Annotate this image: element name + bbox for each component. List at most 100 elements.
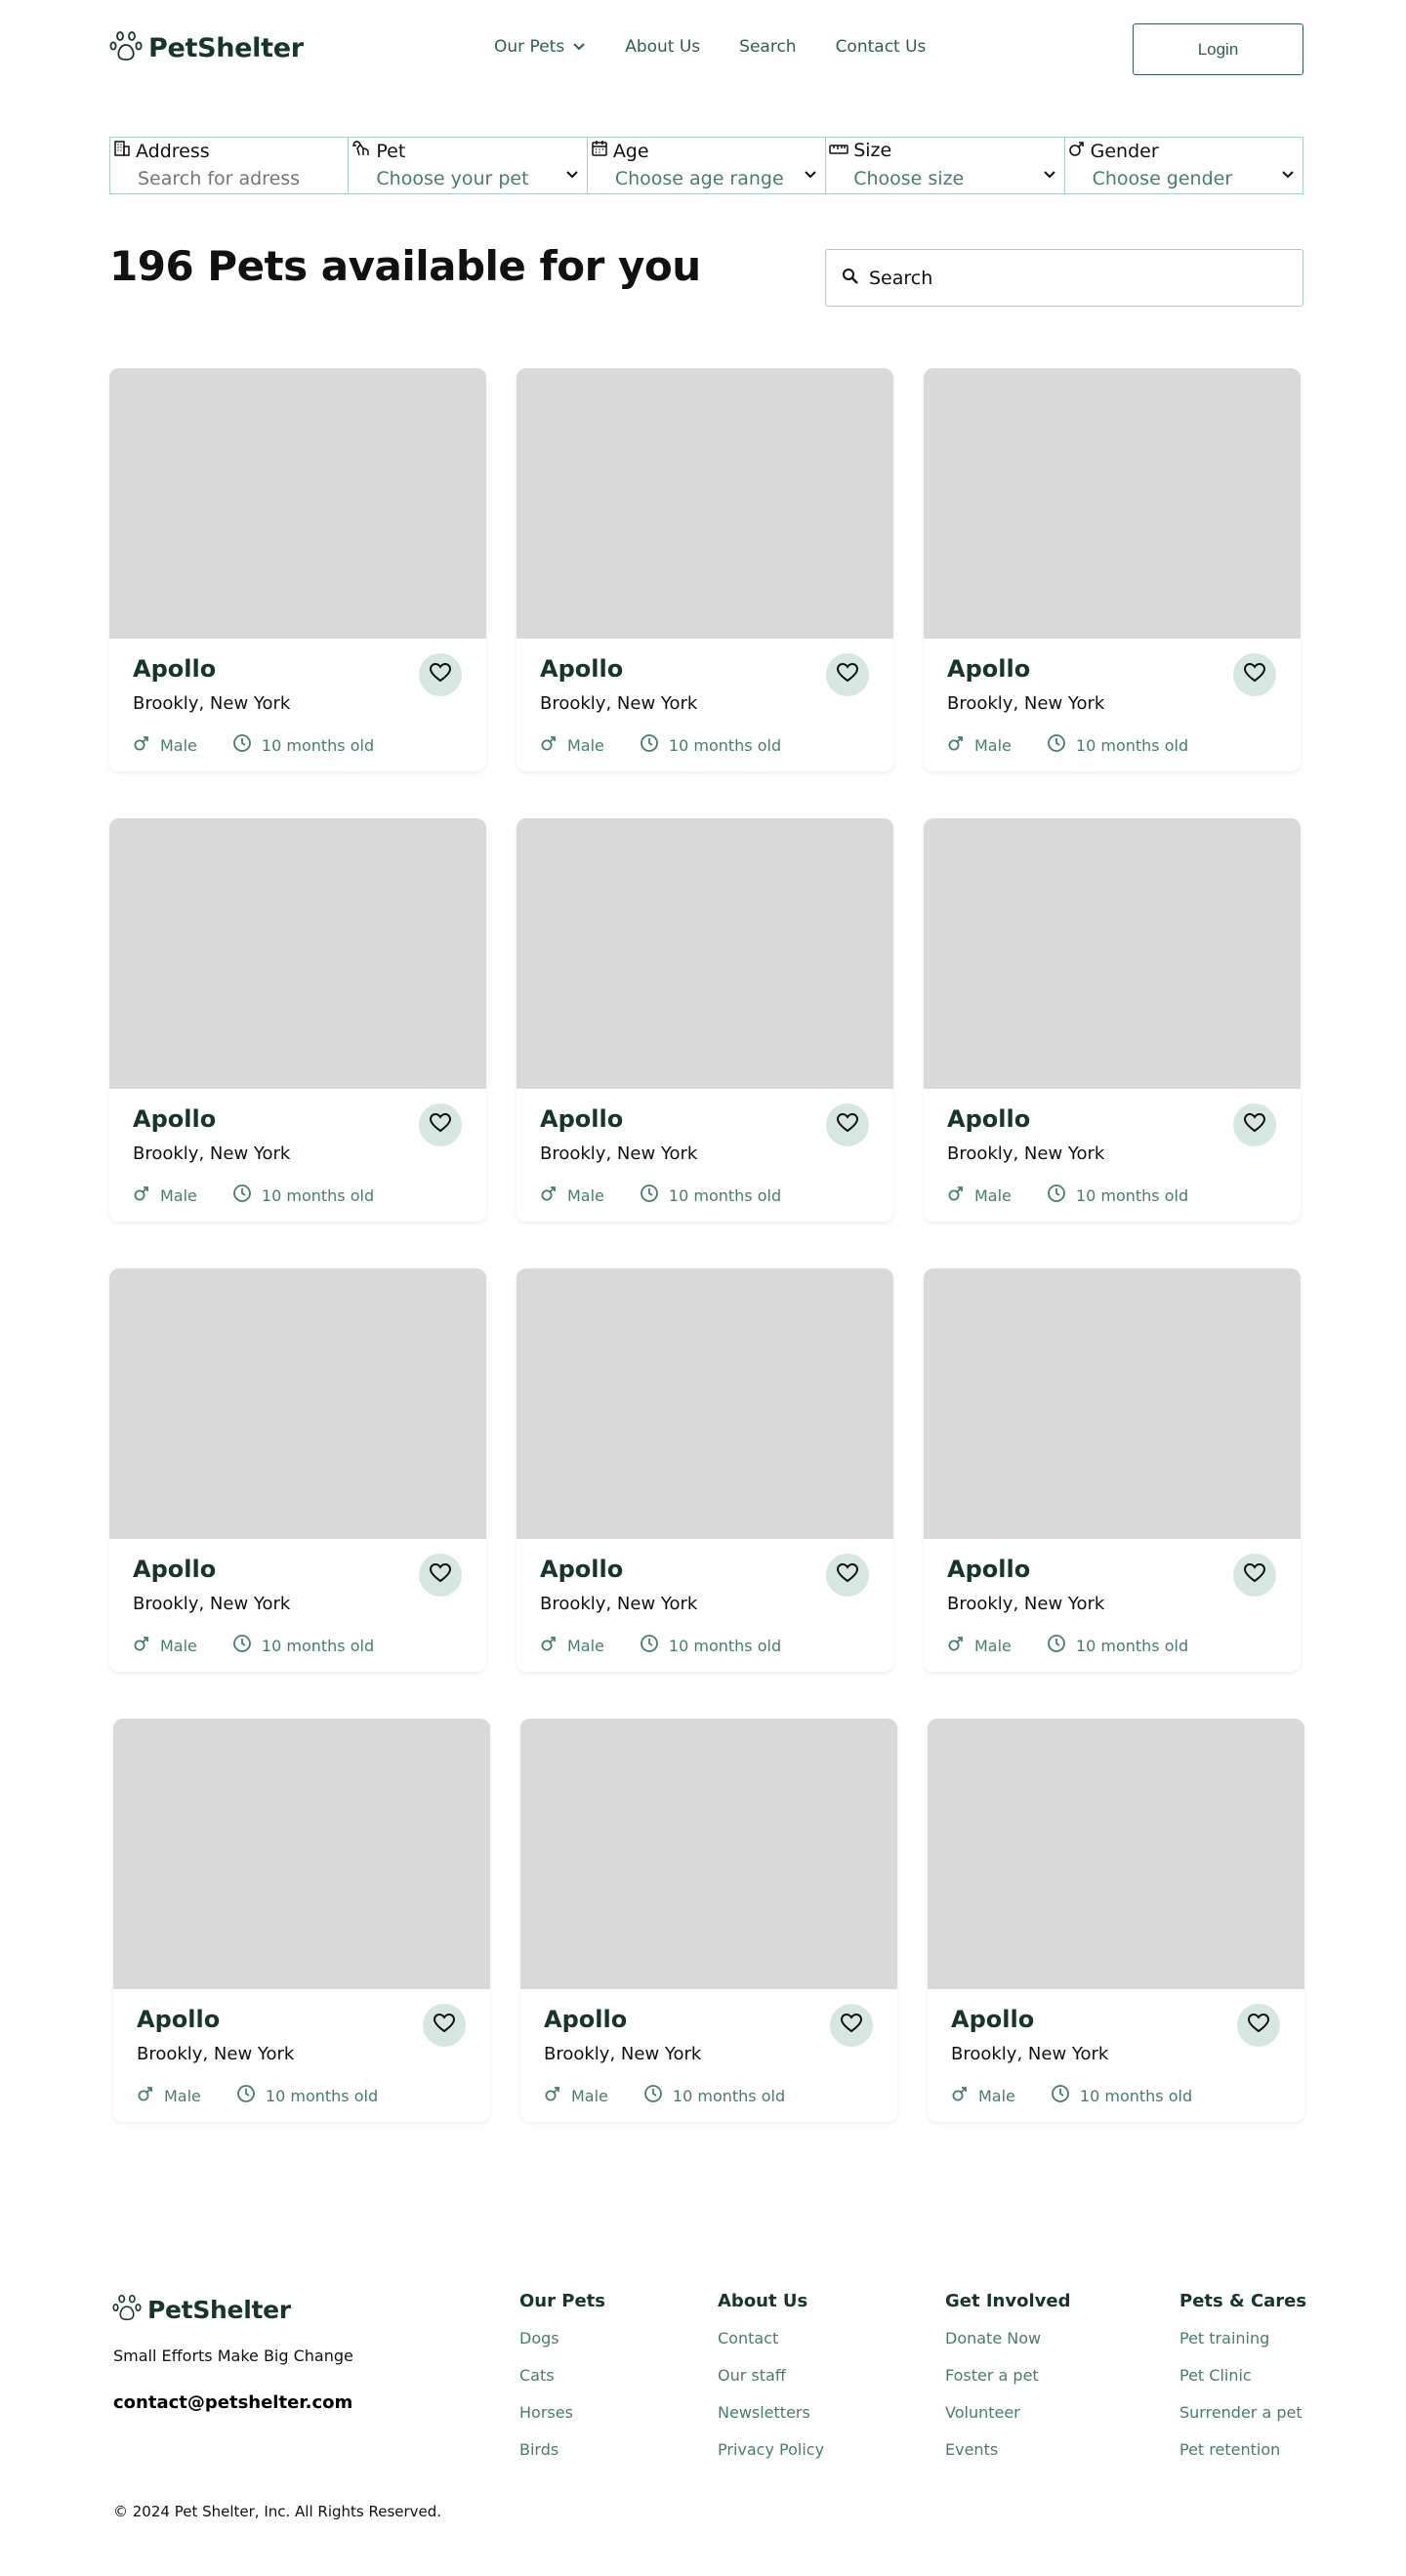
pet-card[interactable]: Apollo Brookly, New York Male 10 months … (928, 1719, 1304, 2122)
pet-card[interactable]: Apollo Brookly, New York Male 10 months … (517, 818, 893, 1222)
nav-search[interactable]: Search (739, 37, 796, 57)
favorite-button[interactable] (826, 1103, 869, 1146)
filter-gender-label-row: Gender (1068, 140, 1159, 162)
favorite-button[interactable] (1237, 2004, 1280, 2047)
pet-name: Apollo (133, 655, 217, 683)
pet-card[interactable]: Apollo Brookly, New York Male 10 months … (109, 368, 486, 771)
pet-card[interactable]: Apollo Brookly, New York Male 10 months … (109, 1268, 486, 1672)
login-button[interactable]: Login (1133, 23, 1303, 75)
favorite-button[interactable] (826, 1554, 869, 1597)
paw-icon (112, 2292, 142, 2327)
heart-icon (1243, 1112, 1266, 1137)
footer-link[interactable]: Our staff (718, 2366, 824, 2403)
chevron-down-icon (804, 165, 817, 184)
pet-meta: Male 10 months old (133, 733, 409, 757)
footer-link[interactable]: Contact (718, 2329, 824, 2366)
filter-value: Choose gender (1092, 168, 1233, 189)
male-icon (951, 2085, 969, 2106)
pet-age: 10 months old (1047, 1634, 1188, 1657)
footer-link[interactable]: Pet Clinic (1179, 2366, 1306, 2403)
footer-link[interactable]: Pet retention (1179, 2440, 1306, 2477)
pet-gender: Male (540, 734, 604, 756)
footer-link[interactable]: Dogs (519, 2329, 605, 2366)
pet-gender-label: Male (164, 2086, 201, 2105)
footer-brand-logo[interactable]: PetShelter (112, 2292, 291, 2327)
brand-logo[interactable]: PetShelter (109, 29, 304, 66)
footer-link[interactable]: Donate Now (945, 2329, 1070, 2366)
pet-card[interactable]: Apollo Brookly, New York Male 10 months … (924, 1268, 1301, 1672)
footer-link[interactable]: Privacy Policy (718, 2440, 824, 2477)
footer-link[interactable]: Newsletters (718, 2403, 824, 2440)
pet-age: 10 months old (232, 733, 374, 757)
footer-email[interactable]: contact@petshelter.com (113, 2392, 352, 2413)
pet-gender-label: Male (567, 735, 604, 755)
pet-age: 10 months old (236, 2084, 378, 2107)
pet-age-label: 10 months old (668, 1185, 782, 1205)
pet-photo-placeholder (924, 368, 1301, 639)
heart-icon (1247, 2013, 1270, 2037)
pet-name: Apollo (540, 1105, 624, 1133)
nav-about-us[interactable]: About Us (625, 37, 700, 57)
footer-link[interactable]: Birds (519, 2440, 605, 2477)
chevron-down-icon (1281, 165, 1295, 184)
pet-meta: Male 10 months old (133, 1634, 409, 1657)
pet-location: Brookly, New York (544, 2044, 702, 2064)
favorite-button[interactable] (419, 1554, 462, 1597)
filter-label: Size (853, 140, 892, 161)
pet-gender: Male (947, 1635, 1012, 1656)
favorite-button[interactable] (419, 653, 462, 696)
pet-gender-label: Male (160, 1636, 197, 1655)
footer-link[interactable]: Surrender a pet (1179, 2403, 1306, 2440)
favorite-button[interactable] (423, 2004, 466, 2047)
filter-address-label-row: Address (113, 140, 210, 162)
pet-age: 10 months old (232, 1634, 374, 1657)
pet-card[interactable]: Apollo Brookly, New York Male 10 months … (517, 1268, 893, 1672)
footer-link[interactable]: Horses (519, 2403, 605, 2440)
pet-photo-placeholder (924, 818, 1301, 1089)
brand-name: PetShelter (147, 2295, 291, 2324)
pet-card[interactable]: Apollo Brookly, New York Male 10 months … (109, 818, 486, 1222)
calendar-icon (591, 140, 608, 162)
pet-location: Brookly, New York (947, 1143, 1105, 1164)
favorite-button[interactable] (830, 2004, 873, 2047)
pet-photo-placeholder (113, 1719, 490, 1989)
filter-size-label-row: Size (829, 140, 891, 161)
chevron-down-icon (1043, 165, 1056, 184)
nav-our-pets[interactable]: Our Pets (494, 37, 586, 57)
filter-size[interactable]: Size Choose size (826, 138, 1065, 193)
site-header: PetShelter Our Pets About Us Search Cont… (0, 0, 1406, 98)
address-input[interactable] (138, 168, 333, 189)
male-icon (947, 1184, 965, 1206)
filter-address[interactable]: Address (110, 138, 350, 193)
copyright: © 2024 Pet Shelter, Inc. All Rights Rese… (113, 2503, 442, 2520)
pet-card[interactable]: Apollo Brookly, New York Male 10 months … (924, 368, 1301, 771)
pet-search-box[interactable] (825, 249, 1303, 307)
pet-card[interactable]: Apollo Brookly, New York Male 10 months … (517, 368, 893, 771)
filter-value: Choose age range (614, 168, 784, 189)
favorite-button[interactable] (826, 653, 869, 696)
filter-gender[interactable]: Gender Choose gender (1065, 138, 1303, 193)
footer-link[interactable]: Foster a pet (945, 2366, 1070, 2403)
pet-meta: Male 10 months old (137, 2084, 413, 2107)
pet-card[interactable]: Apollo Brookly, New York Male 10 months … (113, 1719, 490, 2122)
filter-age[interactable]: Age Choose age range (588, 138, 827, 193)
favorite-button[interactable] (1233, 653, 1276, 696)
filter-pet[interactable]: Pet Choose your pet (349, 138, 588, 193)
footer-link[interactable]: Cats (519, 2366, 605, 2403)
filter-bar: Address Pet Choose your pet Age C (109, 137, 1303, 194)
clock-icon (640, 1634, 659, 1657)
pet-card[interactable]: Apollo Brookly, New York Male 10 months … (520, 1719, 897, 2122)
footer-link[interactable]: Events (945, 2440, 1070, 2477)
favorite-button[interactable] (1233, 1554, 1276, 1597)
search-input[interactable] (869, 267, 1279, 289)
footer-link[interactable]: Volunteer (945, 2403, 1070, 2440)
nav-contact-us[interactable]: Contact Us (836, 37, 927, 57)
footer-link[interactable]: Pet training (1179, 2329, 1306, 2366)
pet-age-label: 10 months old (261, 735, 375, 755)
search-icon (842, 268, 859, 289)
favorite-button[interactable] (419, 1103, 462, 1146)
pet-gender: Male (133, 1184, 197, 1206)
pet-card[interactable]: Apollo Brookly, New York Male 10 months … (924, 818, 1301, 1222)
pet-meta: Male 10 months old (544, 2084, 820, 2107)
favorite-button[interactable] (1233, 1103, 1276, 1146)
